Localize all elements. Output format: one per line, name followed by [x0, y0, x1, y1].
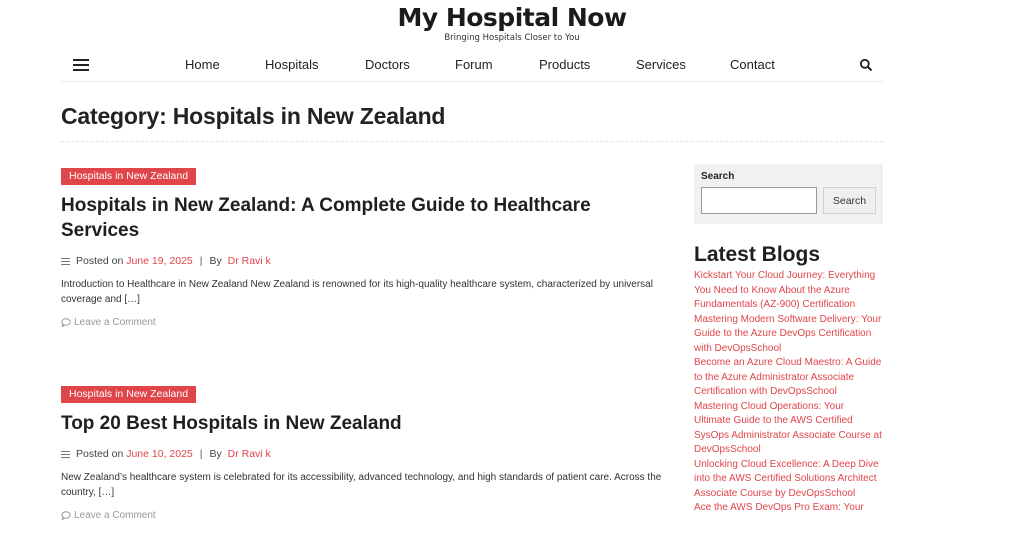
list-icon — [61, 257, 70, 265]
category-badge[interactable]: Hospitals in New Zealand — [61, 168, 197, 185]
nav-item-home[interactable]: Home — [185, 57, 220, 72]
post-title[interactable]: Top 20 Best Hospitals in New Zealand — [61, 411, 671, 436]
search-row: Search — [701, 187, 876, 214]
post-meta: Posted on June 19, 2025 | By Dr Ravi k — [61, 255, 671, 267]
post-date-link[interactable]: June 19, 2025 — [126, 255, 193, 267]
meta-separator: | — [199, 255, 203, 267]
nav-item-doctors[interactable]: Doctors — [365, 57, 410, 72]
search-widget-label: Search — [701, 171, 735, 182]
posted-on-label: Posted on — [76, 255, 124, 267]
latest-blog-link[interactable]: Mastering Cloud Operations: Your Ultimat… — [694, 400, 883, 458]
post-card: Hospitals in New Zealand Hospitals in Ne… — [61, 164, 671, 328]
search-icon[interactable] — [859, 58, 873, 72]
post-meta: Posted on June 10, 2025 | By Dr Ravi k — [61, 448, 671, 460]
nav-items: Home Hospitals Doctors Forum Products Se… — [61, 50, 883, 82]
latest-blog-link[interactable]: Kickstart Your Cloud Journey: Everything… — [694, 269, 883, 313]
comment-icon — [61, 511, 71, 520]
main-navigation: Home Hospitals Doctors Forum Products Se… — [61, 50, 883, 82]
leave-comment-link[interactable]: Leave a Comment — [61, 510, 671, 521]
site-tagline: Bringing Hospitals Closer to You — [444, 33, 580, 43]
list-icon — [61, 450, 70, 458]
by-label: By — [209, 448, 222, 460]
comment-icon — [61, 318, 71, 327]
author-link[interactable]: Dr Ravi k — [228, 255, 271, 267]
search-button[interactable]: Search — [823, 187, 876, 214]
page-title: Category: Hospitals in New Zealand — [61, 103, 446, 129]
leave-comment-link[interactable]: Leave a Comment — [61, 317, 671, 328]
post-excerpt: New Zealand’s healthcare system is celeb… — [61, 472, 662, 498]
by-label: By — [209, 255, 222, 267]
nav-item-products[interactable]: Products — [539, 57, 590, 72]
nav-item-forum[interactable]: Forum — [455, 57, 493, 72]
site-header: My Hospital Now Bringing Hospitals Close… — [0, 0, 1024, 43]
leave-comment-label[interactable]: Leave a Comment — [74, 510, 156, 521]
nav-item-contact[interactable]: Contact — [730, 57, 775, 72]
post-date-link[interactable]: June 10, 2025 — [126, 448, 193, 460]
meta-separator: | — [199, 448, 203, 460]
title-divider — [61, 141, 883, 142]
category-badge[interactable]: Hospitals in New Zealand — [61, 386, 197, 403]
leave-comment-label[interactable]: Leave a Comment — [74, 317, 156, 328]
post-title[interactable]: Hospitals in New Zealand: A Complete Gui… — [61, 193, 671, 243]
latest-blog-link[interactable]: Unlocking Cloud Excellence: A Deep Dive … — [694, 458, 883, 502]
search-input[interactable] — [701, 187, 817, 214]
post-excerpt: Introduction to Healthcare in New Zealan… — [61, 279, 653, 305]
latest-blogs-list: Kickstart Your Cloud Journey: Everything… — [694, 269, 883, 516]
nav-item-services[interactable]: Services — [636, 57, 686, 72]
latest-blog-link[interactable]: Ace the AWS DevOps Pro Exam: Your — [694, 501, 883, 516]
sidebar: Search Search Latest Blogs Kickstart You… — [694, 164, 883, 516]
site-title[interactable]: My Hospital Now — [0, 3, 1024, 33]
post-card: Hospitals in New Zealand Top 20 Best Hos… — [61, 382, 671, 521]
search-widget: Search Search — [694, 164, 883, 224]
author-link[interactable]: Dr Ravi k — [228, 448, 271, 460]
latest-blog-link[interactable]: Mastering Modern Software Delivery: Your… — [694, 313, 883, 357]
latest-blog-link[interactable]: Become an Azure Cloud Maestro: A Guide t… — [694, 356, 883, 400]
latest-blogs-heading: Latest Blogs — [694, 243, 821, 266]
nav-item-hospitals[interactable]: Hospitals — [265, 57, 318, 72]
posted-on-label: Posted on — [76, 448, 124, 460]
